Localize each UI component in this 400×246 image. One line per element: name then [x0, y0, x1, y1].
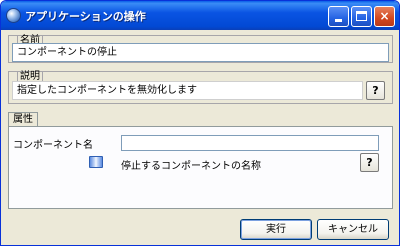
description-help-button[interactable]: ? — [366, 81, 385, 100]
name-field[interactable]: コンポーネントの停止 — [12, 43, 389, 62]
component-name-help-button[interactable]: ? — [360, 153, 379, 172]
maximize-icon — [356, 11, 367, 21]
name-group: 名前 コンポーネントの停止 — [8, 35, 393, 63]
description-group: 説明 指定したコンポーネントを無効化します ? — [8, 71, 393, 104]
maximize-button[interactable] — [351, 6, 372, 27]
component-name-input[interactable] — [121, 135, 379, 151]
component-name-label: コンポーネント名 — [13, 140, 93, 151]
properties-panel: コンポーネント名 停止するコンポーネントの名称 ? — [8, 126, 393, 209]
window-title: アプリケーションの操作 — [25, 10, 146, 23]
description-field[interactable]: 指定したコンポーネントを無効化します — [12, 81, 363, 100]
close-button[interactable]: × — [374, 6, 395, 27]
close-icon: × — [379, 9, 390, 23]
book-icon — [89, 156, 103, 168]
title-bar[interactable]: アプリケーションの操作 × — [1, 1, 399, 30]
tab-properties[interactable]: 属性 — [8, 112, 38, 127]
execute-button[interactable]: 実行 — [240, 219, 312, 240]
dialog-window: アプリケーションの操作 × 名前 コンポーネントの停止 説明 指定したコンポーネ… — [0, 0, 400, 246]
component-name-description: 停止するコンポーネントの名称 — [121, 161, 261, 172]
minimize-icon — [335, 19, 342, 22]
cancel-button[interactable]: キャンセル — [317, 219, 389, 240]
app-globe-icon — [6, 8, 21, 23]
minimize-button[interactable] — [328, 6, 349, 27]
